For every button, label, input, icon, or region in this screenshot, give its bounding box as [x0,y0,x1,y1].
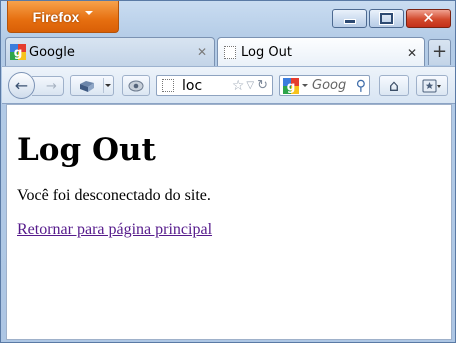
svg-text:g: g [14,46,23,60]
navigation-toolbar: → ← loc ☆ ▽ ↻ g Goog ⚲ ⌂ [2,66,455,104]
arrow-left-icon: ← [14,76,29,95]
browser-window: Firefox ✕ g Google ✕ Log Out ✕ + → ← loc… [0,0,456,343]
minimize-button[interactable] [332,9,367,28]
new-tab-button[interactable]: + [428,39,451,65]
firefox-menu-label: Firefox [32,8,80,25]
back-forward-group: → ← [8,72,68,99]
search-engine-dropdown-icon[interactable] [302,84,308,87]
chevron-down-icon [105,84,111,87]
forward-button[interactable]: → [32,76,64,96]
home-button[interactable]: ⌂ [379,75,409,96]
mask-toolbar-button[interactable] [122,75,150,96]
arrow-right-icon: → [46,78,57,94]
search-bar[interactable]: g Goog ⚲ [279,75,370,96]
url-bar[interactable]: loc ☆ ▽ ↻ [156,75,273,96]
tab-log-out[interactable]: Log Out ✕ [217,37,425,67]
site-identity-icon[interactable] [162,79,174,92]
page-content: Log Out Você foi desconectado do site. R… [6,104,452,340]
page-title: Log Out [17,132,156,168]
bookmarks-menu-button[interactable] [416,75,448,96]
logout-message: Você foi desconectado do site. [17,187,211,204]
tab-close-icon[interactable]: ✕ [404,46,420,60]
search-input[interactable]: Goog [312,78,356,93]
window-close-button[interactable]: ✕ [406,9,451,28]
tab-close-icon[interactable]: ✕ [194,45,210,59]
url-history-dropdown-icon[interactable]: ▽ [246,80,254,91]
search-icon[interactable]: ⚲ [356,78,366,94]
google-favicon-icon: g [10,44,26,60]
maximize-icon [379,12,394,25]
mask-icon [128,80,144,91]
blank-page-icon [222,45,238,61]
url-input[interactable]: loc [182,78,232,94]
google-search-engine-icon[interactable]: g [283,77,299,94]
home-icon: ⌂ [388,76,400,95]
maximize-button[interactable] [369,9,404,28]
tab-label: Google [29,44,75,60]
tab-google[interactable]: g Google ✕ [5,37,215,66]
back-button[interactable]: ← [8,72,35,99]
tab-label: Log Out [241,45,292,60]
addon-toolbar-button[interactable] [70,75,114,96]
return-home-link[interactable]: Retornar para página principal [17,221,212,239]
firefox-menu-button[interactable]: Firefox [7,1,119,33]
chevron-down-icon [85,10,94,15]
reload-icon[interactable]: ↻ [257,78,268,93]
bookmarks-icon [422,79,441,92]
plus-icon: + [431,41,448,62]
minimize-icon [343,19,356,24]
bookmark-star-icon[interactable]: ☆ [232,78,245,94]
close-icon: ✕ [422,9,435,27]
svg-text:g: g [287,79,296,93]
puzzle-icon [80,80,94,92]
